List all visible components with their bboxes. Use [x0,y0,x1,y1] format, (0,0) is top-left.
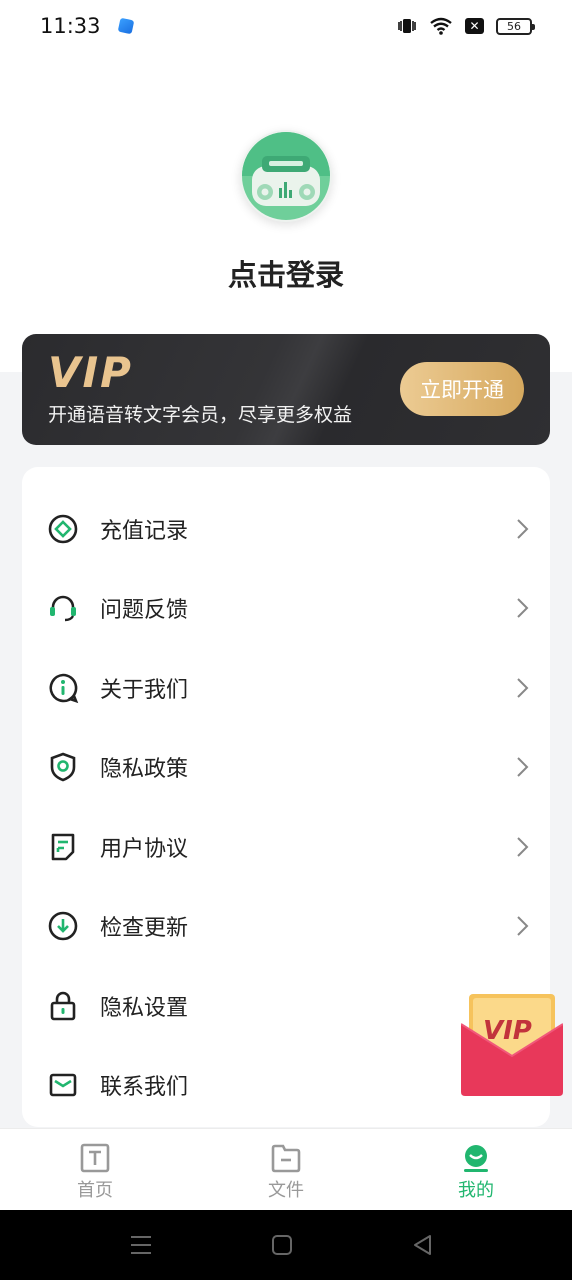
floating-vip-label: VIP [483,1016,532,1046]
floating-vip-badge[interactable]: VIP [460,994,564,1096]
tab-files-label: 文件 [268,1180,304,1201]
menu-item-label: 充值记录 [100,518,189,544]
battery-icon: 56 [496,17,535,35]
menu-item-label: 隐私政策 [100,756,189,782]
menu-item-check-update[interactable]: 检查更新 [22,886,550,965]
open-vip-button[interactable]: 立即开通 [400,362,524,416]
vip-subtitle: 开通语音转文字会员，尽享更多权益 [48,404,353,426]
menu-item-about-us[interactable]: 关于我们 [22,648,550,727]
lock-icon [46,989,80,1023]
menu-item-label: 检查更新 [100,915,189,941]
chevron-right-icon [517,836,529,857]
tab-mine-label: 我的 [458,1180,494,1201]
document-icon [46,830,80,864]
vip-banner[interactable]: VIP 开通语音转文字会员，尽享更多权益 立即开通 [22,334,550,445]
page: 11:33 ✕ 56 点击登录 VIP 开通语音转文字会员，尽享更多权益 立即开… [0,0,572,1280]
headset-feedback-icon [46,591,80,625]
chevron-right-icon [517,597,529,618]
tab-home[interactable]: 首页 [40,1129,150,1211]
status-time: 11:33 [40,14,101,38]
chevron-right-icon [517,677,529,698]
vibrate-icon [398,19,416,33]
menu-lines-icon[interactable] [128,1233,154,1257]
chevron-right-icon [517,518,529,539]
menu-item-recharge-record[interactable]: 充值记录 [22,489,550,568]
shield-icon [46,750,80,784]
app-notification-icon [117,17,134,35]
menu-item-user-agreement[interactable]: 用户协议 [22,807,550,886]
download-circle-icon [46,909,80,943]
radio-avatar-icon [242,132,330,220]
mail-icon [46,1068,80,1102]
menu-item-label: 用户协议 [100,836,189,862]
chevron-right-icon [517,756,529,777]
text-t-icon [80,1143,110,1173]
info-bubble-icon [46,671,80,705]
recharge-record-icon [46,512,80,546]
home-square-icon[interactable] [269,1233,295,1257]
folder-icon [271,1144,301,1173]
tab-home-label: 首页 [77,1180,113,1201]
avatar[interactable] [240,130,332,222]
vip-logo: VIP [48,348,133,397]
chevron-right-icon [517,915,529,936]
tab-files[interactable]: 文件 [231,1129,341,1211]
menu-item-label: 问题反馈 [100,597,189,623]
menu-item-label: 联系我们 [100,1074,189,1100]
login-title[interactable]: 点击登录 [0,252,572,294]
menu-item-feedback[interactable]: 问题反馈 [22,568,550,647]
menu-item-privacy-policy[interactable]: 隐私政策 [22,727,550,806]
menu-item-label: 隐私设置 [100,995,189,1021]
user-face-icon [464,1145,488,1172]
menu-item-label: 关于我们 [100,677,189,703]
back-triangle-icon[interactable] [410,1233,436,1257]
wifi-icon [430,17,452,35]
system-nav-bar [0,1210,572,1280]
bottom-nav: 首页 文件 我的 [0,1128,572,1210]
tab-mine[interactable]: 我的 [421,1129,531,1211]
status-bar: 11:33 ✕ 56 [0,0,572,52]
x-box-icon: ✕ [465,18,484,34]
status-icons: ✕ 56 [397,17,535,35]
